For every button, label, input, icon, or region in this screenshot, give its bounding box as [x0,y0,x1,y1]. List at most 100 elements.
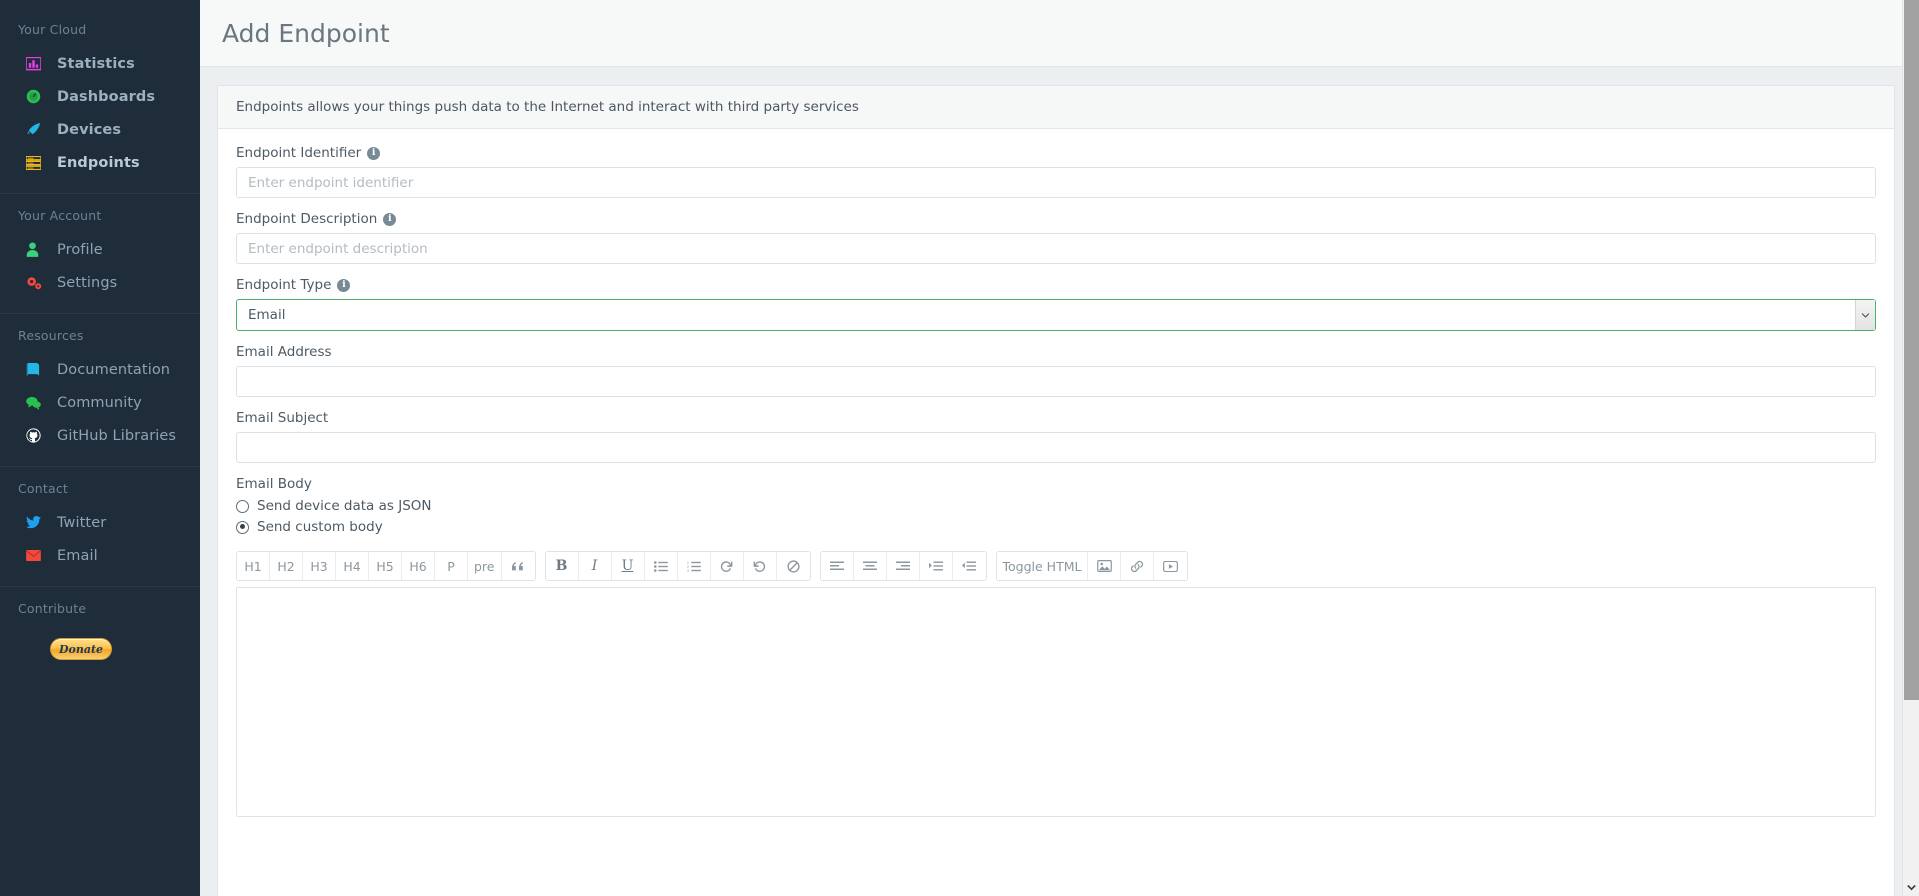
endpoint-description-input[interactable] [236,233,1876,264]
field-email-body: Email Body Send device data as JSON Send… [236,476,1876,535]
page-title: Add Endpoint [222,18,390,48]
heading-4-button[interactable]: H4 [336,552,369,580]
sidebar-label-twitter: Twitter [57,514,107,531]
sidebar-item-statistics[interactable]: Statistics [0,47,200,80]
insert-image-icon[interactable] [1088,552,1122,580]
rich-text-editor-toolbar: H1 H2 H3 H4 H5 H6 P pre B I U 1 2 3 Togg… [236,551,1876,581]
sidebar-label-dashboards: Dashboards [57,88,156,105]
undo-icon[interactable] [743,552,777,580]
donate-button[interactable]: Donate [50,638,112,660]
heading-2-button[interactable]: H2 [270,552,303,580]
scrollbar-thumb[interactable] [1904,0,1919,700]
book-icon [26,361,52,378]
main-area: Add Endpoint Endpoints allows your thing… [200,0,1919,896]
sidebar-heading-your-cloud: Your Cloud [18,22,87,37]
label-text-email-body: Email Body [236,476,312,492]
endpoint-identifier-input[interactable] [236,167,1876,198]
label-text-endpoint-description: Endpoint Description [236,211,378,227]
email-address-input[interactable] [236,366,1876,397]
card-body: Endpoint Identifier i Endpoint Descripti… [218,129,1894,817]
sidebar-label-statistics: Statistics [57,55,135,72]
outdent-icon[interactable] [952,552,986,580]
unordered-list-icon[interactable] [644,552,678,580]
label-email-body: Email Body [236,476,1876,492]
label-text-email-address: Email Address [236,344,332,360]
heading-3-button[interactable]: H3 [303,552,336,580]
radio-row-custom[interactable]: Send custom body [236,519,1876,535]
toolbar-group-block-formats: H1 H2 H3 H4 H5 H6 P pre [236,551,536,581]
redo-icon[interactable] [710,552,744,580]
toggle-html-button[interactable]: Toggle HTML [996,552,1089,580]
sidebar-item-endpoints[interactable]: Endpoints [0,146,200,179]
heading-6-button[interactable]: H6 [402,552,435,580]
sidebar-item-email[interactable]: Email [0,539,200,572]
field-endpoint-identifier: Endpoint Identifier i [236,145,1876,198]
sidebar-heading-contact: Contact [18,481,69,496]
email-body-editor[interactable] [236,587,1876,817]
sidebar-item-twitter[interactable]: Twitter [0,506,200,539]
email-subject-input[interactable] [236,432,1876,463]
info-icon-endpoint-identifier[interactable]: i [367,146,381,160]
label-endpoint-identifier: Endpoint Identifier i [236,145,1876,161]
github-icon [26,427,52,444]
field-email-address: Email Address [236,344,1876,397]
align-right-icon[interactable] [886,552,920,580]
preformatted-button[interactable]: pre [468,552,502,580]
radio-label-send-custom-body[interactable]: Send custom body [257,519,383,535]
info-icon-endpoint-type[interactable]: i [337,278,351,292]
align-left-icon[interactable] [820,552,854,580]
sidebar-item-settings[interactable]: Settings [0,266,200,299]
radio-send-custom-body[interactable] [236,520,249,534]
sidebar-label-devices: Devices [57,121,122,138]
sidebar-section-your-account: Your Account Profile Settings [0,194,200,314]
bold-button[interactable]: B [545,552,579,580]
sidebar-item-github-libraries[interactable]: GitHub Libraries [0,419,200,452]
radio-send-device-data-as-json[interactable] [236,499,249,513]
twitter-icon [26,514,52,531]
server-icon [26,154,52,171]
heading-5-button[interactable]: H5 [369,552,402,580]
sidebar-label-email: Email [57,547,98,564]
indent-icon[interactable] [919,552,953,580]
sidebar-heading-your-account: Your Account [18,208,102,223]
toolbar-group-inline-formats: B I U 123 [544,551,811,581]
insert-video-icon[interactable] [1154,552,1188,580]
sidebar-section-contribute: Contribute Donate [0,587,200,674]
top-bar: Add Endpoint [200,0,1919,67]
user-icon [26,241,52,258]
cogs-icon [26,274,52,291]
ordered-list-icon[interactable]: 123 [677,552,711,580]
sidebar-section-resources: Resources Documentation Community GitHub… [0,314,200,467]
label-email-address: Email Address [236,344,1876,360]
toolbar-group-alignment [819,551,987,581]
paragraph-button[interactable]: P [435,552,468,580]
label-email-subject: Email Subject [236,410,1876,426]
sidebar-label-endpoints: Endpoints [57,154,140,171]
sidebar-label-documentation: Documentation [57,361,171,378]
sidebar-item-dashboards[interactable]: Dashboards [0,80,200,113]
card-description: Endpoints allows your things push data t… [218,86,1894,129]
underline-button[interactable]: U [611,552,645,580]
sidebar-item-devices[interactable]: Devices [0,113,200,146]
field-endpoint-type: Endpoint Type i Email [236,277,1876,331]
radio-label-send-device-data-as-json[interactable]: Send device data as JSON [257,498,432,514]
sidebar-section-contact: Contact Twitter Email [0,467,200,587]
radio-row-json[interactable]: Send device data as JSON [236,498,1876,514]
sidebar-item-documentation[interactable]: Documentation [0,353,200,386]
info-icon-endpoint-description[interactable]: i [383,212,397,226]
insert-link-icon[interactable] [1121,552,1155,580]
bar-chart-icon [26,55,52,72]
italic-button[interactable]: I [578,552,612,580]
comments-icon [26,394,52,411]
vertical-scrollbar[interactable] [1902,0,1919,896]
heading-1-button[interactable]: H1 [237,552,270,580]
scrollbar-down-arrow-icon[interactable] [1903,879,1919,896]
endpoint-type-select[interactable]: Email [236,299,1876,331]
sidebar-item-profile[interactable]: Profile [0,233,200,266]
sidebar-item-community[interactable]: Community [0,386,200,419]
blockquote-icon[interactable] [501,552,535,580]
envelope-icon [26,547,52,564]
toolbar-group-insert: Toggle HTML [995,551,1189,581]
align-center-icon[interactable] [853,552,887,580]
clear-formatting-icon[interactable] [776,552,810,580]
